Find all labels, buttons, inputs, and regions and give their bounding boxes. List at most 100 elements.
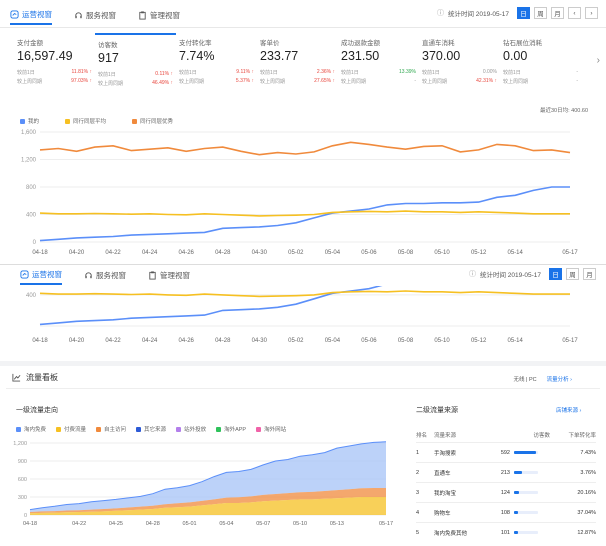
legend-swatch (16, 426, 21, 432)
period-day-button[interactable]: 日 (517, 7, 530, 19)
kpi-card[interactable]: 客单价 233.77 较前1日 2.36% 较上周同期 27.65% (257, 33, 338, 95)
x-tick-label: 04-28 (215, 250, 231, 256)
tab-operations[interactable]: 运营视窗 (20, 265, 62, 285)
legend-item[interactable]: 同行同层平均 (65, 117, 106, 125)
tab-management[interactable]: 管理视窗 (138, 5, 180, 25)
legend-label: 淘外APP (224, 427, 247, 433)
y-tick-label: 1,200 (21, 158, 37, 164)
level1-legend: 淘内免费 付费流量 自主访问 其它来源 站外投放 淘外APP 淘外网站 (16, 425, 286, 433)
divider (6, 388, 600, 389)
x-tick-label: 05-10 (434, 250, 450, 256)
legend-swatch (216, 426, 222, 432)
kpi-title: 支付金额 (17, 40, 43, 47)
kpi-title: 访客数 (98, 42, 118, 49)
tab-service[interactable]: 服务视窗 (74, 5, 116, 25)
chevron-right-icon[interactable]: › (597, 55, 600, 66)
visitor-bar-track (514, 511, 538, 514)
table-row[interactable]: 2 直通车 213 3.76% (416, 462, 596, 482)
prev-icon[interactable]: ‹ (568, 7, 581, 19)
visitors: 108 (500, 509, 510, 516)
y-tick-label: 1,200 (13, 441, 27, 447)
kpi-card[interactable]: 直通车消耗 370.00 较前1日 0.00% 较上周同期 42.31% (419, 33, 500, 95)
x-tick-label: 05-10 (293, 521, 307, 527)
kpi-compare-value: - (576, 78, 578, 84)
kpi-compare-value: 0.00% (482, 69, 497, 75)
x-tick-label: 05-17 (562, 338, 578, 344)
kpi-compare-label: 较上周同期 (260, 79, 286, 85)
period-week-button[interactable]: 周 (566, 268, 579, 280)
chart-icon (20, 269, 29, 279)
kpi-cards: 支付金额 16,597.49 较前1日 11.81% 较上周同期 97.03% 访客… (14, 33, 581, 95)
rank: 3 (416, 489, 420, 496)
kpi-compare-label: 较上周同期 (17, 79, 43, 85)
kpi-card[interactable]: 成功退款金额 231.50 较前1日 13.39% 较上周同期 - (338, 33, 419, 95)
table-row[interactable]: 1 手淘搜索 592 7.43% (416, 442, 596, 462)
tab-operations[interactable]: 运营视窗 (10, 5, 52, 25)
table-row[interactable]: 5 淘内免费其他 101 12.87% (416, 522, 596, 542)
legend-item[interactable]: 同行同层优秀 (132, 117, 173, 125)
period-week-button[interactable]: 周 (534, 7, 547, 19)
store-source-link[interactable]: 店铺来源 › (556, 406, 581, 414)
legend-swatch (56, 426, 62, 432)
y-tick-label: 900 (18, 459, 27, 465)
level2-table: 排名 流量来源 访客数 下单转化率 1 手淘搜索 592 7.43% 2 直通车… (416, 428, 596, 546)
kpi-compare-value: 5.37% (236, 78, 254, 85)
x-tick-label: 04-25 (109, 521, 123, 527)
legend-item[interactable]: 自主访问 (96, 425, 126, 433)
legend-item[interactable]: 我的 (20, 117, 39, 125)
kpi-card-active[interactable]: 访客数 917 较前1日 0.11% 较上周同期 46.49% (95, 33, 176, 95)
legend-item[interactable]: 淘外APP (216, 425, 246, 433)
x-tick-label: 04-28 (215, 338, 231, 344)
legend-item[interactable]: 淘外网站 (256, 425, 286, 433)
kpi-value: 233.77 (260, 49, 299, 63)
legend-item[interactable]: 淘内免费 (16, 425, 46, 433)
next-icon[interactable]: › (585, 7, 598, 19)
rate: 37.04% (577, 509, 596, 516)
kpi-card[interactable]: 支付转化率 7.74% 较前1日 9.11% 较上周同期 5.37% (176, 33, 257, 95)
visitor-bar (514, 491, 519, 494)
source: 我的淘宝 (434, 490, 457, 497)
x-tick-label: 04-22 (105, 338, 121, 344)
rate: 20.16% (577, 489, 596, 496)
headset-icon (85, 271, 92, 278)
period-month-button[interactable]: 月 (551, 7, 564, 19)
table-row[interactable]: 3 我的淘宝 124 20.16% (416, 482, 596, 502)
kpi-value: 0.00 (503, 49, 528, 63)
tab-label: 服务视窗 (86, 10, 116, 20)
kpi-compare-value: - (576, 69, 578, 75)
rank: 5 (416, 529, 420, 536)
tab-management[interactable]: 管理视窗 (148, 265, 190, 285)
legend-item[interactable]: 付费流量 (56, 425, 86, 433)
x-tick-label: 05-08 (398, 338, 414, 344)
x-tick-label: 05-12 (471, 250, 487, 256)
clipboard-icon (139, 10, 146, 20)
rank: 1 (416, 449, 420, 456)
level1-title: 一级流量走向 (16, 407, 58, 414)
legend-label: 其它来源 (144, 427, 167, 433)
kpi-compare-value: 42.31% (476, 78, 497, 85)
y-tick-label: 0 (24, 513, 27, 519)
col-visitors: 访客数 (533, 433, 550, 439)
device-switch[interactable]: 无线 | PC (513, 375, 536, 383)
period-day-button[interactable]: 日 (549, 268, 562, 280)
stat-date: 统计时间 2019-05-17 (479, 272, 541, 279)
x-tick-label: 04-18 (32, 338, 48, 344)
kpi-card[interactable]: 支付金额 16,597.49 较前1日 11.81% 较上周同期 97.03% (14, 33, 95, 95)
y-tick-label: 1,600 (21, 130, 37, 136)
kpi-compare-label: 较前1日 (422, 70, 440, 76)
visitor-bar (514, 531, 518, 534)
tab-service[interactable]: 服务视窗 (84, 265, 126, 285)
x-tick-label: 05-06 (361, 250, 377, 256)
table-row[interactable]: 4 购物车 108 37.04% (416, 502, 596, 522)
legend-swatch (96, 426, 102, 432)
period-month-button[interactable]: 月 (583, 268, 596, 280)
kpi-card[interactable]: 钻石展位消耗 0.00 较前1日 - 较上周同期 - (500, 33, 581, 95)
kpi-title: 支付转化率 (179, 40, 212, 47)
flow-analysis-link[interactable]: 流量分析 › (547, 375, 572, 383)
kpi-compare-label: 较前1日 (503, 70, 521, 76)
kpi-compare-value: 11.81% (72, 69, 92, 76)
source: 购物车 (434, 510, 451, 517)
kpi-compare-label: 较上周同期 (341, 79, 367, 85)
legend-item[interactable]: 站外投放 (176, 425, 206, 433)
legend-item[interactable]: 其它来源 (136, 425, 166, 433)
